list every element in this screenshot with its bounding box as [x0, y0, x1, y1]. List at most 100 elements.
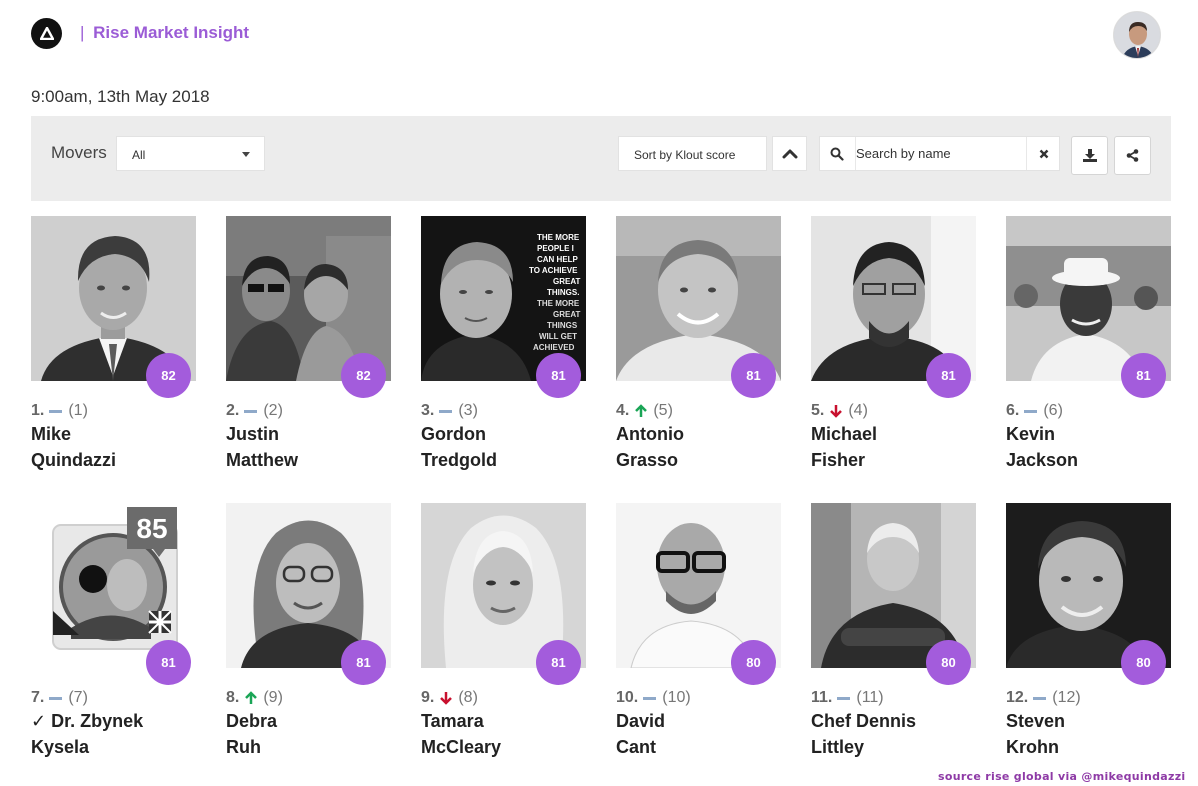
- chevron-up-icon: [782, 149, 797, 158]
- klout-score-badge: 81: [1121, 353, 1166, 398]
- previous-rank: (7): [68, 689, 88, 706]
- previous-rank: (2): [263, 402, 283, 419]
- last-name: Kysela: [31, 737, 90, 757]
- rank-line: 7. (7): [31, 688, 88, 708]
- brand-separator: |: [80, 23, 85, 42]
- person-card[interactable]: 81 8. (9) Debra Ruh: [226, 503, 391, 773]
- share-button[interactable]: [1114, 136, 1151, 175]
- movers-filter-select[interactable]: All: [116, 136, 265, 171]
- person-card[interactable]: 80 11. (11) Chef Dennis Littley: [811, 503, 976, 773]
- no-change-icon: [643, 691, 657, 705]
- klout-score-badge: 81: [146, 640, 191, 685]
- no-change-icon: [1033, 691, 1047, 705]
- svg-text:GREAT: GREAT: [553, 277, 581, 286]
- person-card[interactable]: THE MORE PEOPLE I CAN HELP TO ACHIEVE GR…: [421, 216, 586, 486]
- arrow-down-icon: [830, 405, 843, 418]
- person-card[interactable]: 81 4. (5) Antonio Grasso: [616, 216, 781, 486]
- person-card[interactable]: 85 81 7. (7) ✓ Dr. Zbynek Kysela: [31, 503, 196, 773]
- rank-line: 9. (8): [421, 688, 478, 708]
- sort-direction-button[interactable]: [772, 136, 807, 171]
- person-card[interactable]: 81 9. (8) Tamara McCleary: [421, 503, 586, 773]
- brand-title[interactable]: | Rise Market Insight: [80, 23, 249, 43]
- svg-text:THE MORE: THE MORE: [537, 233, 580, 242]
- last-name: Tredgold: [421, 450, 497, 470]
- rank-line: 10. (10): [616, 688, 691, 708]
- app-header: | Rise Market Insight: [0, 0, 1198, 70]
- person-name[interactable]: Gordon Tredgold: [421, 421, 591, 473]
- rank-line: 2. (2): [226, 401, 283, 421]
- person-name[interactable]: Steven Krohn: [1006, 708, 1176, 760]
- klout-score-badge: 81: [341, 640, 386, 685]
- rank-line: 5. (4): [811, 401, 868, 421]
- no-change-icon: [244, 404, 258, 418]
- previous-rank: (10): [662, 689, 691, 706]
- rank: 12.: [1006, 689, 1029, 706]
- klout-score-badge: 80: [731, 640, 776, 685]
- person-name[interactable]: Justin Matthew: [226, 421, 396, 473]
- last-name: Cant: [616, 737, 656, 757]
- svg-text:THINGS: THINGS: [547, 321, 578, 330]
- rank: 5.: [811, 402, 825, 419]
- movers-grid: 82 1. (1) Mike Quindazzi 82 2. (2) Justi…: [31, 216, 1171, 776]
- sort-select[interactable]: Sort by Klout score: [618, 136, 767, 171]
- person-card[interactable]: 80 10. (10) David Cant: [616, 503, 781, 773]
- person-card[interactable]: 82 1. (1) Mike Quindazzi: [31, 216, 196, 486]
- person-name[interactable]: Michael Fisher: [811, 421, 981, 473]
- close-icon: [1039, 149, 1048, 158]
- search-icon: [830, 147, 844, 161]
- person-name[interactable]: Chef Dennis Littley: [811, 708, 981, 760]
- first-name: Gordon: [421, 424, 486, 444]
- person-name[interactable]: David Cant: [616, 708, 786, 760]
- svg-text:THE MORE: THE MORE: [537, 299, 580, 308]
- no-change-icon: [49, 404, 63, 418]
- no-change-icon: [49, 691, 63, 705]
- last-name: Jackson: [1006, 450, 1079, 470]
- search-box: [819, 136, 1060, 171]
- rank: 2.: [226, 402, 240, 419]
- clear-search-button[interactable]: [1026, 137, 1060, 170]
- last-name: Fisher: [811, 450, 866, 470]
- klout-score-badge: 80: [926, 640, 971, 685]
- first-name: Tamara: [421, 711, 484, 731]
- caret-down-icon: [242, 152, 250, 157]
- person-name[interactable]: ✓ Dr. Zbynek Kysela: [31, 708, 201, 760]
- download-button[interactable]: [1071, 136, 1108, 175]
- previous-rank: (5): [653, 402, 673, 419]
- svg-text:WILL GET: WILL GET: [539, 332, 577, 341]
- user-avatar[interactable]: [1113, 11, 1161, 59]
- person-name[interactable]: Kevin Jackson: [1006, 421, 1176, 473]
- rank-line: 11. (11): [811, 688, 884, 708]
- klout-score-badge: 82: [341, 353, 386, 398]
- brand-name: Rise Market Insight: [93, 23, 250, 42]
- first-name: Kevin: [1006, 424, 1056, 444]
- rank: 4.: [616, 402, 630, 419]
- first-name: ✓ Dr. Zbynek: [31, 711, 144, 731]
- rank-line: 8. (9): [226, 688, 283, 708]
- triangle-logo-icon[interactable]: [31, 18, 62, 49]
- rank: 8.: [226, 689, 240, 706]
- svg-text:GREAT: GREAT: [553, 310, 581, 319]
- first-name: David: [616, 711, 666, 731]
- previous-rank: (6): [1043, 402, 1063, 419]
- first-name: Chef Dennis: [811, 711, 917, 731]
- arrow-up-icon: [245, 691, 258, 704]
- person-name[interactable]: Tamara McCleary: [421, 708, 591, 760]
- filter-toolbar: Movers All Sort by Klout score: [31, 116, 1171, 201]
- previous-rank: (9): [263, 689, 283, 706]
- first-name: Mike: [31, 424, 72, 444]
- person-card[interactable]: 81 6. (6) Kevin Jackson: [1006, 216, 1171, 486]
- search-input[interactable]: [855, 137, 1025, 170]
- rank: 3.: [421, 402, 435, 419]
- person-name[interactable]: Antonio Grasso: [616, 421, 786, 473]
- person-card[interactable]: 80 12. (12) Steven Krohn: [1006, 503, 1171, 773]
- last-name: Littley: [811, 737, 865, 757]
- rank-line: 6. (6): [1006, 401, 1063, 421]
- last-name: Matthew: [226, 450, 298, 470]
- rank-line: 4. (5): [616, 401, 673, 421]
- person-card[interactable]: 82 2. (2) Justin Matthew: [226, 216, 391, 486]
- person-name[interactable]: Mike Quindazzi: [31, 421, 201, 473]
- first-name: Michael: [811, 424, 878, 444]
- person-card[interactable]: 81 5. (4) Michael Fisher: [811, 216, 976, 486]
- person-name[interactable]: Debra Ruh: [226, 708, 396, 760]
- last-name: Ruh: [226, 737, 261, 757]
